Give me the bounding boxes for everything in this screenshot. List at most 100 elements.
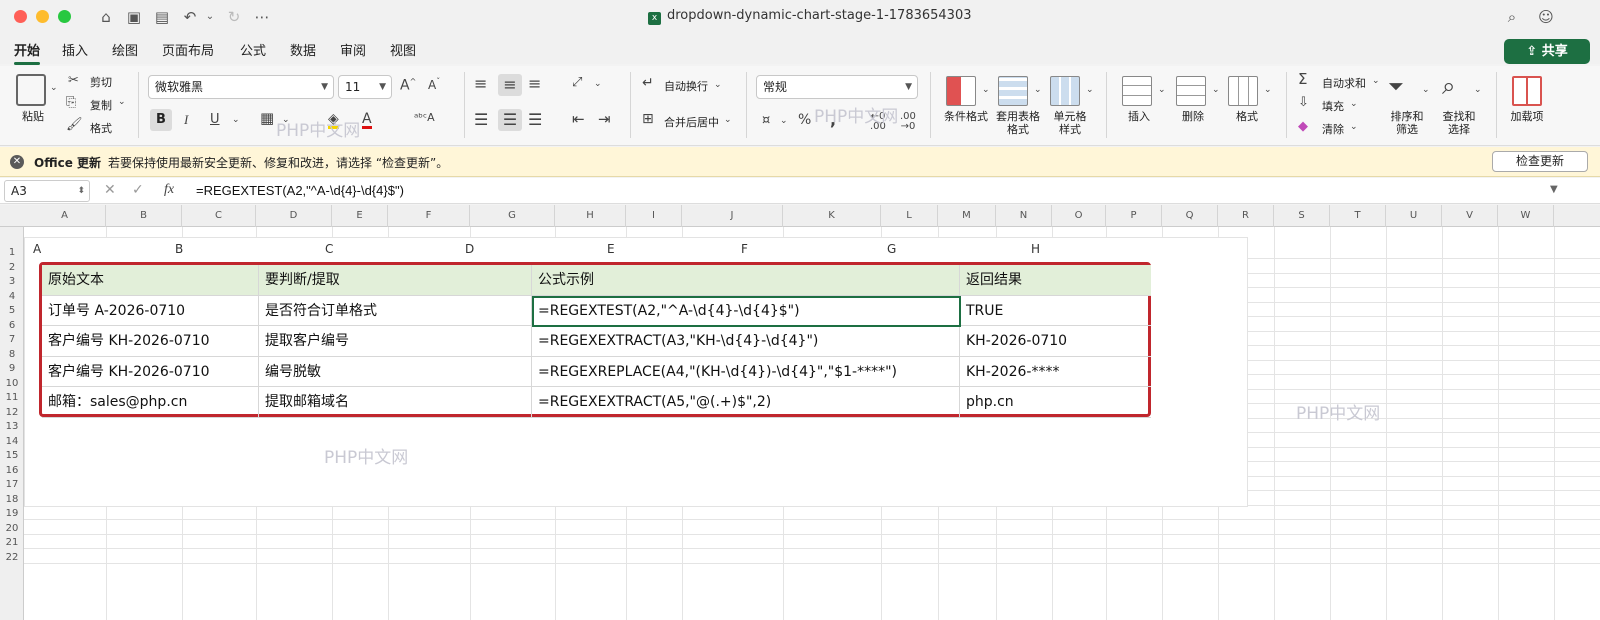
clear-dropdown-icon[interactable]: ⌄: [1350, 123, 1358, 132]
column-header-p[interactable]: P: [1106, 205, 1162, 227]
tab-insert[interactable]: 插入: [62, 40, 88, 59]
zoom-window-button[interactable]: [58, 10, 71, 23]
find-select-button[interactable]: 查找和 选择: [1436, 110, 1482, 136]
borders-icon[interactable]: ▦: [260, 111, 274, 126]
row-header-11[interactable]: 11: [0, 392, 24, 403]
column-header-h[interactable]: H: [555, 205, 626, 227]
autosum-button[interactable]: 自动求和: [1322, 75, 1366, 91]
format-as-table-dropdown-icon[interactable]: ⌄: [1034, 86, 1042, 95]
format-as-table-button[interactable]: 套用表格 格式: [992, 110, 1044, 136]
insert-cells-icon[interactable]: [1122, 76, 1152, 106]
tab-draw[interactable]: 绘图: [112, 40, 138, 59]
increase-font-icon[interactable]: A^: [400, 78, 416, 93]
row-header-3[interactable]: 3: [0, 276, 24, 287]
copy-icon[interactable]: ⎘: [66, 96, 76, 109]
row-header-13[interactable]: 13: [0, 421, 24, 432]
addins-button[interactable]: 加载项: [1504, 110, 1550, 123]
delete-cells-button[interactable]: 删除: [1172, 110, 1214, 123]
delete-cells-dropdown-icon[interactable]: ⌄: [1212, 86, 1220, 95]
cancel-icon[interactable]: ✕: [104, 182, 116, 198]
text-effects-icon[interactable]: ᵃᵇᶜA: [414, 112, 435, 123]
tab-formulas[interactable]: 公式: [240, 40, 266, 59]
column-header-b[interactable]: B: [106, 205, 182, 227]
sort-filter-dropdown-icon[interactable]: ⌄: [1422, 86, 1430, 95]
row-header-14[interactable]: 14: [0, 436, 24, 447]
row-header-8[interactable]: 8: [0, 349, 24, 360]
row-header-18[interactable]: 18: [0, 494, 24, 505]
cell-styles-dropdown-icon[interactable]: ⌄: [1086, 86, 1094, 95]
row-header-21[interactable]: 21: [0, 537, 24, 548]
row-header-5[interactable]: 5: [0, 305, 24, 316]
row-header-22[interactable]: 22: [0, 552, 24, 563]
column-header-l[interactable]: L: [881, 205, 938, 227]
column-header-v[interactable]: V: [1442, 205, 1498, 227]
home-icon[interactable]: ⌂: [96, 7, 116, 27]
column-header-t[interactable]: T: [1330, 205, 1386, 227]
close-window-button[interactable]: [14, 10, 27, 23]
copy-button[interactable]: 复制: [90, 97, 112, 113]
tab-review[interactable]: 审阅: [340, 40, 366, 59]
row-header-15[interactable]: 15: [0, 450, 24, 461]
italic-button[interactable]: I: [184, 113, 188, 126]
cut-icon[interactable]: ✂: [68, 74, 79, 87]
orientation-dropdown-icon[interactable]: ⌄: [594, 80, 602, 89]
cell-styles-button[interactable]: 单元格 样式: [1044, 110, 1096, 136]
wrap-text-dropdown-icon[interactable]: ⌄: [714, 81, 722, 90]
copy-dropdown-icon[interactable]: ⌄: [118, 98, 126, 107]
merge-center-icon[interactable]: ⊞: [642, 112, 654, 126]
insert-function-icon[interactable]: fx: [164, 182, 174, 198]
align-right-icon[interactable]: ☰: [528, 112, 542, 128]
cell-styles-icon[interactable]: [1050, 76, 1080, 106]
sort-filter-button[interactable]: 排序和 筛选: [1384, 110, 1430, 136]
column-header-d[interactable]: D: [256, 205, 332, 227]
font-name-select[interactable]: 微软雅黑 ▼: [148, 75, 334, 99]
row-header-17[interactable]: 17: [0, 479, 24, 490]
format-cells-icon[interactable]: [1228, 76, 1258, 106]
row-header-19[interactable]: 19: [0, 508, 24, 519]
row-header-6[interactable]: 6: [0, 320, 24, 331]
cut-button[interactable]: 剪切: [90, 74, 112, 90]
clear-button[interactable]: 清除: [1322, 121, 1344, 137]
column-header-w[interactable]: W: [1498, 205, 1554, 227]
save-icon[interactable]: ▣: [124, 7, 144, 27]
column-header-q[interactable]: Q: [1162, 205, 1218, 227]
dismiss-message-icon[interactable]: ✕: [10, 155, 24, 169]
row-header-9[interactable]: 9: [0, 363, 24, 374]
fill-dropdown-icon[interactable]: ⌄: [1350, 100, 1358, 109]
redo-icon[interactable]: ↻: [224, 7, 244, 27]
format-cells-dropdown-icon[interactable]: ⌄: [1264, 86, 1272, 95]
column-header-n[interactable]: N: [996, 205, 1052, 227]
tab-view[interactable]: 视图: [390, 40, 416, 59]
name-box[interactable]: A3 ⬍: [4, 180, 90, 202]
save-as-icon[interactable]: ▤: [152, 7, 172, 27]
expand-formula-bar-icon[interactable]: ▼: [1550, 184, 1558, 195]
format-painter-button[interactable]: 格式: [90, 120, 112, 136]
format-as-table-icon[interactable]: [998, 76, 1028, 106]
enter-icon[interactable]: ✓: [132, 182, 144, 198]
bold-button[interactable]: B: [150, 109, 172, 131]
column-header-g[interactable]: G: [470, 205, 555, 227]
row-header-10[interactable]: 10: [0, 378, 24, 389]
addins-icon[interactable]: [1512, 76, 1542, 106]
column-header-j[interactable]: J: [682, 205, 783, 227]
format-cells-button[interactable]: 格式: [1226, 110, 1268, 123]
currency-dropdown-icon[interactable]: ⌄: [780, 117, 788, 126]
undo-dropdown-icon[interactable]: ⌄: [200, 7, 220, 27]
font-size-select[interactable]: 11 ▼: [338, 75, 392, 99]
font-color-icon[interactable]: A: [362, 112, 372, 129]
column-header-a[interactable]: A: [24, 205, 106, 227]
find-select-icon[interactable]: ⌕: [1442, 74, 1455, 98]
sort-filter-icon[interactable]: ⏷: [1388, 76, 1404, 96]
merge-center-dropdown-icon[interactable]: ⌄: [724, 116, 732, 125]
column-header-k[interactable]: K: [783, 205, 881, 227]
align-center-icon[interactable]: ☰: [498, 109, 522, 131]
currency-format-icon[interactable]: ¤: [762, 114, 770, 127]
align-bottom-icon[interactable]: ≡: [528, 76, 541, 92]
column-header-r[interactable]: R: [1218, 205, 1274, 227]
underline-button[interactable]: U: [210, 113, 220, 126]
formula-input[interactable]: =REGEXTEST(A2,"^A-\d{4}-\d{4}$"): [196, 183, 404, 198]
undo-icon[interactable]: ↶: [180, 7, 200, 27]
align-left-icon[interactable]: ☰: [474, 112, 488, 128]
increase-indent-icon[interactable]: ⇥: [598, 112, 611, 127]
underline-dropdown-icon[interactable]: ⌄: [232, 116, 240, 125]
